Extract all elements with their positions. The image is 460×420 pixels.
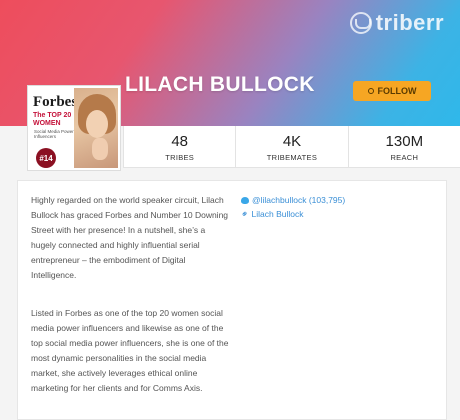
website-link[interactable]: ⚭ Lilach Bullock <box>239 207 345 221</box>
website-link-text: Lilach Bullock <box>251 209 304 219</box>
social-links: @lilachbullock (103,795) ⚭ Lilach Bulloc… <box>239 193 346 221</box>
bio-paragraph-2: Listed in Forbes as one of the top 20 wo… <box>31 308 229 393</box>
profile-name: LILACH BULLOCK <box>125 73 315 96</box>
brand-logo[interactable]: triberr <box>349 10 444 36</box>
stat-tribemates[interactable]: 4K TRIBEMATES <box>235 126 347 167</box>
stat-value: 48 <box>171 133 188 150</box>
headline-line1: The TOP 20 <box>33 112 72 119</box>
stat-reach[interactable]: 130M REACH <box>347 126 460 167</box>
rank-badge: #14 <box>36 148 56 168</box>
brand-name: triberr <box>375 10 444 35</box>
avatar[interactable]: Forbes The TOP 20 WOMEN Social Media Pow… <box>28 86 120 170</box>
triberr-logo-icon <box>349 12 372 34</box>
stat-value: 130M <box>385 133 424 150</box>
stat-label: REACH <box>390 153 419 162</box>
headline-line2: WOMEN <box>33 120 61 127</box>
bio: Highly regarded on the world speaker cir… <box>31 193 231 396</box>
stat-tribes[interactable]: 48 TRIBES <box>123 126 235 167</box>
follow-icon <box>367 88 374 94</box>
magazine-cover: Forbes The TOP 20 WOMEN Social Media Pow… <box>30 88 78 168</box>
portrait-photo <box>74 88 118 168</box>
follow-button[interactable]: FOLLOW <box>353 81 431 101</box>
profile-stats: 48 TRIBES 4K TRIBEMATES 130M REACH <box>123 126 460 168</box>
twitter-link[interactable]: @lilachbullock (103,795) <box>241 193 345 207</box>
stat-value: 4K <box>282 133 302 150</box>
portrait-hand <box>92 138 108 160</box>
profile-content-card: Highly regarded on the world speaker cir… <box>17 180 447 420</box>
bio-paragraph-1: Highly regarded on the world speaker cir… <box>31 195 229 280</box>
twitter-icon <box>241 196 249 204</box>
stat-label: TRIBES <box>165 153 195 162</box>
link-icon: ⚭ <box>238 207 251 221</box>
stat-label: TRIBEMATES <box>266 153 318 162</box>
portrait-face <box>86 110 108 138</box>
magazine-headline: The TOP 20 WOMEN <box>33 112 71 128</box>
follow-label: FOLLOW <box>377 86 417 96</box>
twitter-link-text: @lilachbullock (103,795) <box>252 195 346 205</box>
magazine-title: Forbes <box>33 94 78 110</box>
magazine-subtitle: Social Media Power Influencers <box>34 129 74 139</box>
